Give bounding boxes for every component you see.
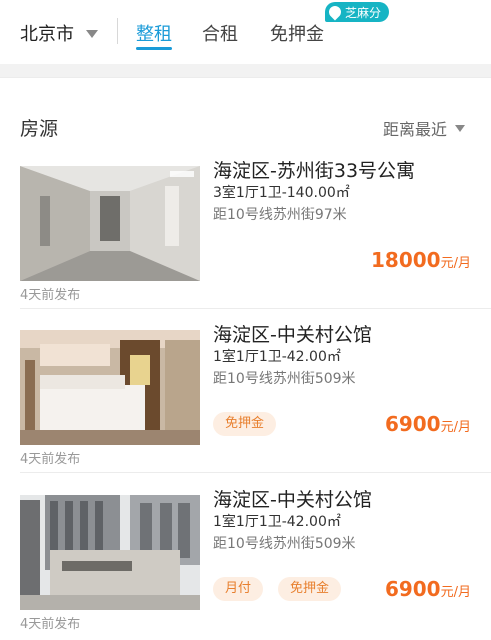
top-nav: 北京市 整租 合租 免押金 芝麻分 (0, 0, 491, 64)
price-unit: 元/月 (440, 420, 471, 435)
sort-selector[interactable]: 距离最近 (383, 116, 465, 140)
listing-spec: 3室1厅1卫-140.00㎡ (213, 185, 350, 201)
listing-posted: 4天前发布 (20, 617, 81, 632)
listing-price: 6900元/月 (385, 412, 471, 436)
listing-title: 海淀区-中关村公馆 (213, 324, 372, 346)
section-title: 房源 (20, 118, 59, 140)
zhima-drop-icon (326, 3, 344, 21)
price-value: 6900 (384, 577, 441, 601)
tag-no-deposit: 免押金 (278, 577, 342, 601)
listing-spec: 1室1厅1卫-42.00㎡ (213, 349, 341, 365)
tab-whole-rent[interactable]: 整租 (136, 20, 172, 46)
listing-distance: 距10号线苏州街509米 (213, 371, 356, 387)
zhima-badge-label: 芝麻分 (345, 5, 382, 20)
section-gap (0, 64, 491, 78)
listing-card[interactable]: 海淀区-中关村公馆 1室1厅1卫-42.00㎡ 距10号线苏州街509米 月付 … (0, 485, 491, 640)
active-tab-indicator (136, 47, 172, 50)
price-value: 18000 (371, 248, 441, 272)
city-label: 北京市 (20, 24, 74, 45)
tab-no-deposit[interactable]: 免押金 (270, 20, 324, 46)
tag-no-deposit: 免押金 (213, 412, 277, 436)
tag-monthly-pay: 月付 (213, 577, 264, 601)
listing-posted: 4天前发布 (20, 452, 81, 467)
price-unit: 元/月 (440, 585, 471, 600)
price-value: 6900 (384, 412, 441, 436)
listing-distance: 距10号线苏州街97米 (213, 207, 347, 223)
chevron-down-icon (455, 124, 465, 132)
sort-label: 距离最近 (382, 120, 447, 139)
listing-posted: 4天前发布 (20, 288, 81, 303)
row-divider (20, 308, 491, 309)
listing-title: 海淀区-中关村公馆 (213, 489, 372, 511)
listing-photo (20, 166, 200, 281)
nav-divider (117, 18, 118, 44)
chevron-down-icon (86, 30, 98, 38)
listing-card[interactable]: 海淀区-苏州街33号公寓 3室1厅1卫-140.00㎡ 距10号线苏州街97米 … (0, 156, 491, 322)
listing-price: 6900元/月 (385, 577, 471, 601)
city-selector[interactable]: 北京市 (20, 20, 98, 46)
listing-title: 海淀区-苏州街33号公寓 (213, 160, 416, 182)
listing-spec: 1室1厅1卫-42.00㎡ (213, 514, 341, 530)
listing-price: 18000元/月 (371, 248, 471, 272)
zhima-credit-badge: 芝麻分 (325, 2, 390, 22)
listing-card[interactable]: 海淀区-中关村公馆 1室1厅1卫-42.00㎡ 距10号线苏州街509米 免押金… (0, 320, 491, 486)
price-unit: 元/月 (440, 256, 471, 271)
listing-photo (20, 330, 200, 445)
row-divider (20, 472, 491, 473)
tab-shared-rent[interactable]: 合租 (202, 20, 238, 46)
listing-distance: 距10号线苏州街509米 (213, 536, 356, 552)
listing-photo (20, 495, 200, 610)
